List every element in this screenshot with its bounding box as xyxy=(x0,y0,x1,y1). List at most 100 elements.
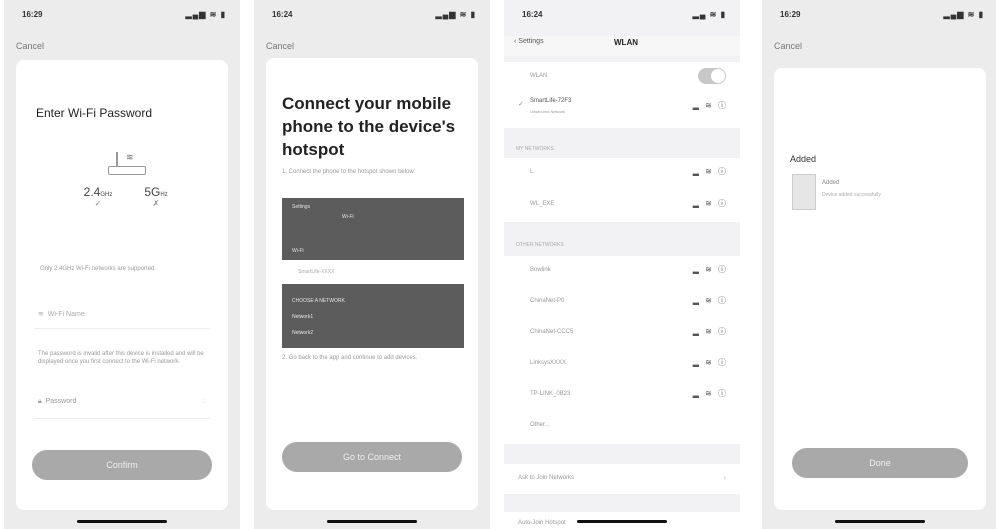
device-status: Device added successfully xyxy=(822,192,881,198)
back-button[interactable]: ‹ Settings xyxy=(514,38,544,45)
band-24ghz: 2.4GHz ✓ xyxy=(78,185,118,208)
status-time: 16:29 xyxy=(780,10,801,19)
wlan-toggle[interactable] xyxy=(698,68,726,84)
step-1: 1. Connect the phone to the hotspot show… xyxy=(282,169,416,175)
list-item[interactable]: LinksysXXXX ▂ ≋ ⓘ xyxy=(504,349,740,380)
go-to-connect-button[interactable]: Go to Connect xyxy=(282,442,462,472)
wifi-info-icon[interactable]: ▂ ≋ ⓘ xyxy=(693,326,728,337)
signal-icon: ▂▄▆ ≋ ▮ xyxy=(435,10,476,19)
password-warning: The password is invalid after this devic… xyxy=(38,351,204,365)
cancel-button[interactable]: Cancel xyxy=(774,41,802,51)
shot-row: Wi-Fi xyxy=(292,248,304,254)
network-name: LinksysXXXX xyxy=(530,360,567,366)
nav-title: WLAN xyxy=(614,38,638,47)
hotspot-name: SmartLife-XXXX xyxy=(298,269,335,275)
lock-icon: 🔒︎ xyxy=(38,398,42,405)
eye-icon[interactable]: ◌ xyxy=(202,398,206,405)
band-24-unit: GHz xyxy=(100,192,113,198)
other-networks-list: Bowlink ▂ ≋ ⓘ ChinaNet-P0 ▂ ≋ ⓘ ChinaNet-C… xyxy=(504,256,740,444)
network-name: Other... xyxy=(530,422,550,428)
added-title: Added xyxy=(790,154,817,164)
added-card: Added Added Device added successfully Do… xyxy=(774,68,986,510)
wifi-card: Enter Wi-Fi Password ≋ 2.4GHz ✓ 5GHz ✗ O… xyxy=(16,60,228,510)
wlan-section: WLAN ✓ SmartLife-72F3 Unsecured Network … xyxy=(504,62,740,128)
network-name: TP-LINK_0B23 xyxy=(530,391,571,397)
status-time: 16:29 xyxy=(22,10,43,19)
settings-screenshot: Settings Wi-Fi Wi-Fi SmartLife-XXXX CHOO… xyxy=(282,198,464,348)
device-name: Added xyxy=(822,180,840,186)
my-networks-list: L ▂ ≋ ⓘ WL_EXE ▂ ≋ ⓘ xyxy=(504,158,740,222)
cancel-button[interactable]: Cancel xyxy=(266,41,294,51)
other-networks-header: OTHER NETWORKS xyxy=(516,242,564,248)
status-bar: 16:29 ▂▄▆ ≋ ▮ xyxy=(772,8,988,22)
list-item[interactable]: L ▂ ≋ ⓘ xyxy=(504,158,740,189)
checkmark-icon: ✓ xyxy=(518,101,524,108)
home-indicator xyxy=(77,520,167,523)
band-5-unit: Hz xyxy=(160,192,168,198)
step-2: 2. Go back to the app and continue to ad… xyxy=(282,355,418,361)
page-title: Enter Wi-Fi Password xyxy=(36,106,153,120)
list-item[interactable]: WL_EXE ▂ ≋ ⓘ xyxy=(504,190,740,221)
current-network-sub: Unsecured Network xyxy=(530,109,566,114)
list-item[interactable]: ChinaNet-P0 ▂ ≋ ⓘ xyxy=(504,287,740,318)
band-5-label: 5G xyxy=(144,185,161,199)
wifi-info-icon[interactable]: ▂ ≋ ⓘ xyxy=(693,198,728,209)
wifi-info-icon[interactable]: ▂ ≋ ⓘ xyxy=(693,166,728,177)
phone-wlan-settings: 16:24 ▂▄ ≋ ▮ ‹ Settings WLAN WLAN ✓ Smar… xyxy=(504,0,740,529)
wifi-info-icon[interactable]: ▂ ≋ ⓘ xyxy=(693,357,728,368)
list-item[interactable]: ChinaNet-CCC5 ▂ ≋ ⓘ xyxy=(504,318,740,349)
band-note: Only 2.4GHz Wi-Fi networks are supported… xyxy=(40,266,157,272)
status-bar: 16:24 ▂▄ ≋ ▮ xyxy=(514,8,730,22)
cancel-button[interactable]: Cancel xyxy=(16,41,44,51)
phone-enter-wifi: 16:29 ▂▄▆ ≋ ▮ Cancel Enter Wi-Fi Passwor… xyxy=(4,0,240,529)
password-placeholder: Password xyxy=(45,398,77,405)
chevron-right-icon: › xyxy=(723,473,726,482)
list-item[interactable]: Other... xyxy=(504,411,740,442)
device-icon xyxy=(792,174,816,210)
wifi-name-placeholder: Wi-Fi Name xyxy=(47,311,85,318)
check-icon: ✓ xyxy=(94,199,102,208)
status-time: 16:24 xyxy=(522,10,543,19)
status-time: 16:24 xyxy=(272,10,293,19)
network-name: ChinaNet-CCC5 xyxy=(530,329,574,335)
ask-to-join-row[interactable]: Ask to Join Networks › xyxy=(504,464,740,494)
status-bar: 16:29 ▂▄▆ ≋ ▮ xyxy=(14,8,230,22)
wifi-info-icon[interactable]: ▂ ≋ ⓘ xyxy=(693,264,728,275)
hotspot-highlight: SmartLife-XXXX xyxy=(282,260,464,284)
divider xyxy=(34,328,210,329)
signal-icon: ▂▄▆ ≋ ▮ xyxy=(943,10,984,19)
list-item[interactable]: Bowlink ▂ ≋ ⓘ xyxy=(504,256,740,287)
wlan-toggle-row: WLAN xyxy=(504,62,740,93)
network-name: WL_EXE xyxy=(530,201,555,207)
cross-icon: ✗ xyxy=(152,199,160,208)
wifi-info-icon[interactable]: ▂ ≋ ⓘ xyxy=(693,295,728,306)
password-field[interactable]: 🔒︎ Password xyxy=(38,398,76,406)
wifi-name-field[interactable]: ≋ Wi-Fi Name xyxy=(38,310,85,318)
divider xyxy=(34,418,210,419)
router-icon: ≋ xyxy=(108,150,146,178)
wifi-icon: ≋ xyxy=(38,311,44,318)
signal-icon: ▂▄▆ ≋ ▮ xyxy=(185,10,226,19)
list-item[interactable]: TP-LINK_0B23 ▂ ≋ ⓘ xyxy=(504,380,740,411)
my-networks-header: MY NETWORKS xyxy=(516,146,554,152)
shot-row: Network1 xyxy=(292,314,314,320)
wlan-label: WLAN xyxy=(530,73,548,79)
confirm-button[interactable]: Confirm xyxy=(32,450,212,480)
network-name: L xyxy=(530,169,534,175)
shot-row: Wi-Fi xyxy=(342,214,354,220)
wifi-info-icon[interactable]: ▂ ≋ ⓘ xyxy=(693,100,728,111)
home-indicator xyxy=(835,520,925,523)
current-network-name: SmartLife-72F3 xyxy=(530,98,572,104)
phone-device-added: 16:29 ▂▄▆ ≋ ▮ Cancel Added Added Device … xyxy=(762,0,996,529)
wifi-info-icon[interactable]: ▂ ≋ ⓘ xyxy=(693,388,728,399)
shot-row: Network2 xyxy=(292,330,314,336)
back-label: Settings xyxy=(518,38,544,45)
page-title: Connect your mobile phone to the device'… xyxy=(282,94,456,159)
auto-join-label: Auto-Join Hotspot xyxy=(518,520,566,526)
network-name: Bowlink xyxy=(530,267,551,273)
signal-icon: ▂▄ ≋ ▮ xyxy=(692,10,726,19)
band-24-label: 2.4 xyxy=(83,185,101,199)
done-button[interactable]: Done xyxy=(792,448,968,478)
home-indicator xyxy=(577,520,667,523)
current-network-row[interactable]: ✓ SmartLife-72F3 Unsecured Network ▂ ≋ ⓘ xyxy=(504,92,740,123)
